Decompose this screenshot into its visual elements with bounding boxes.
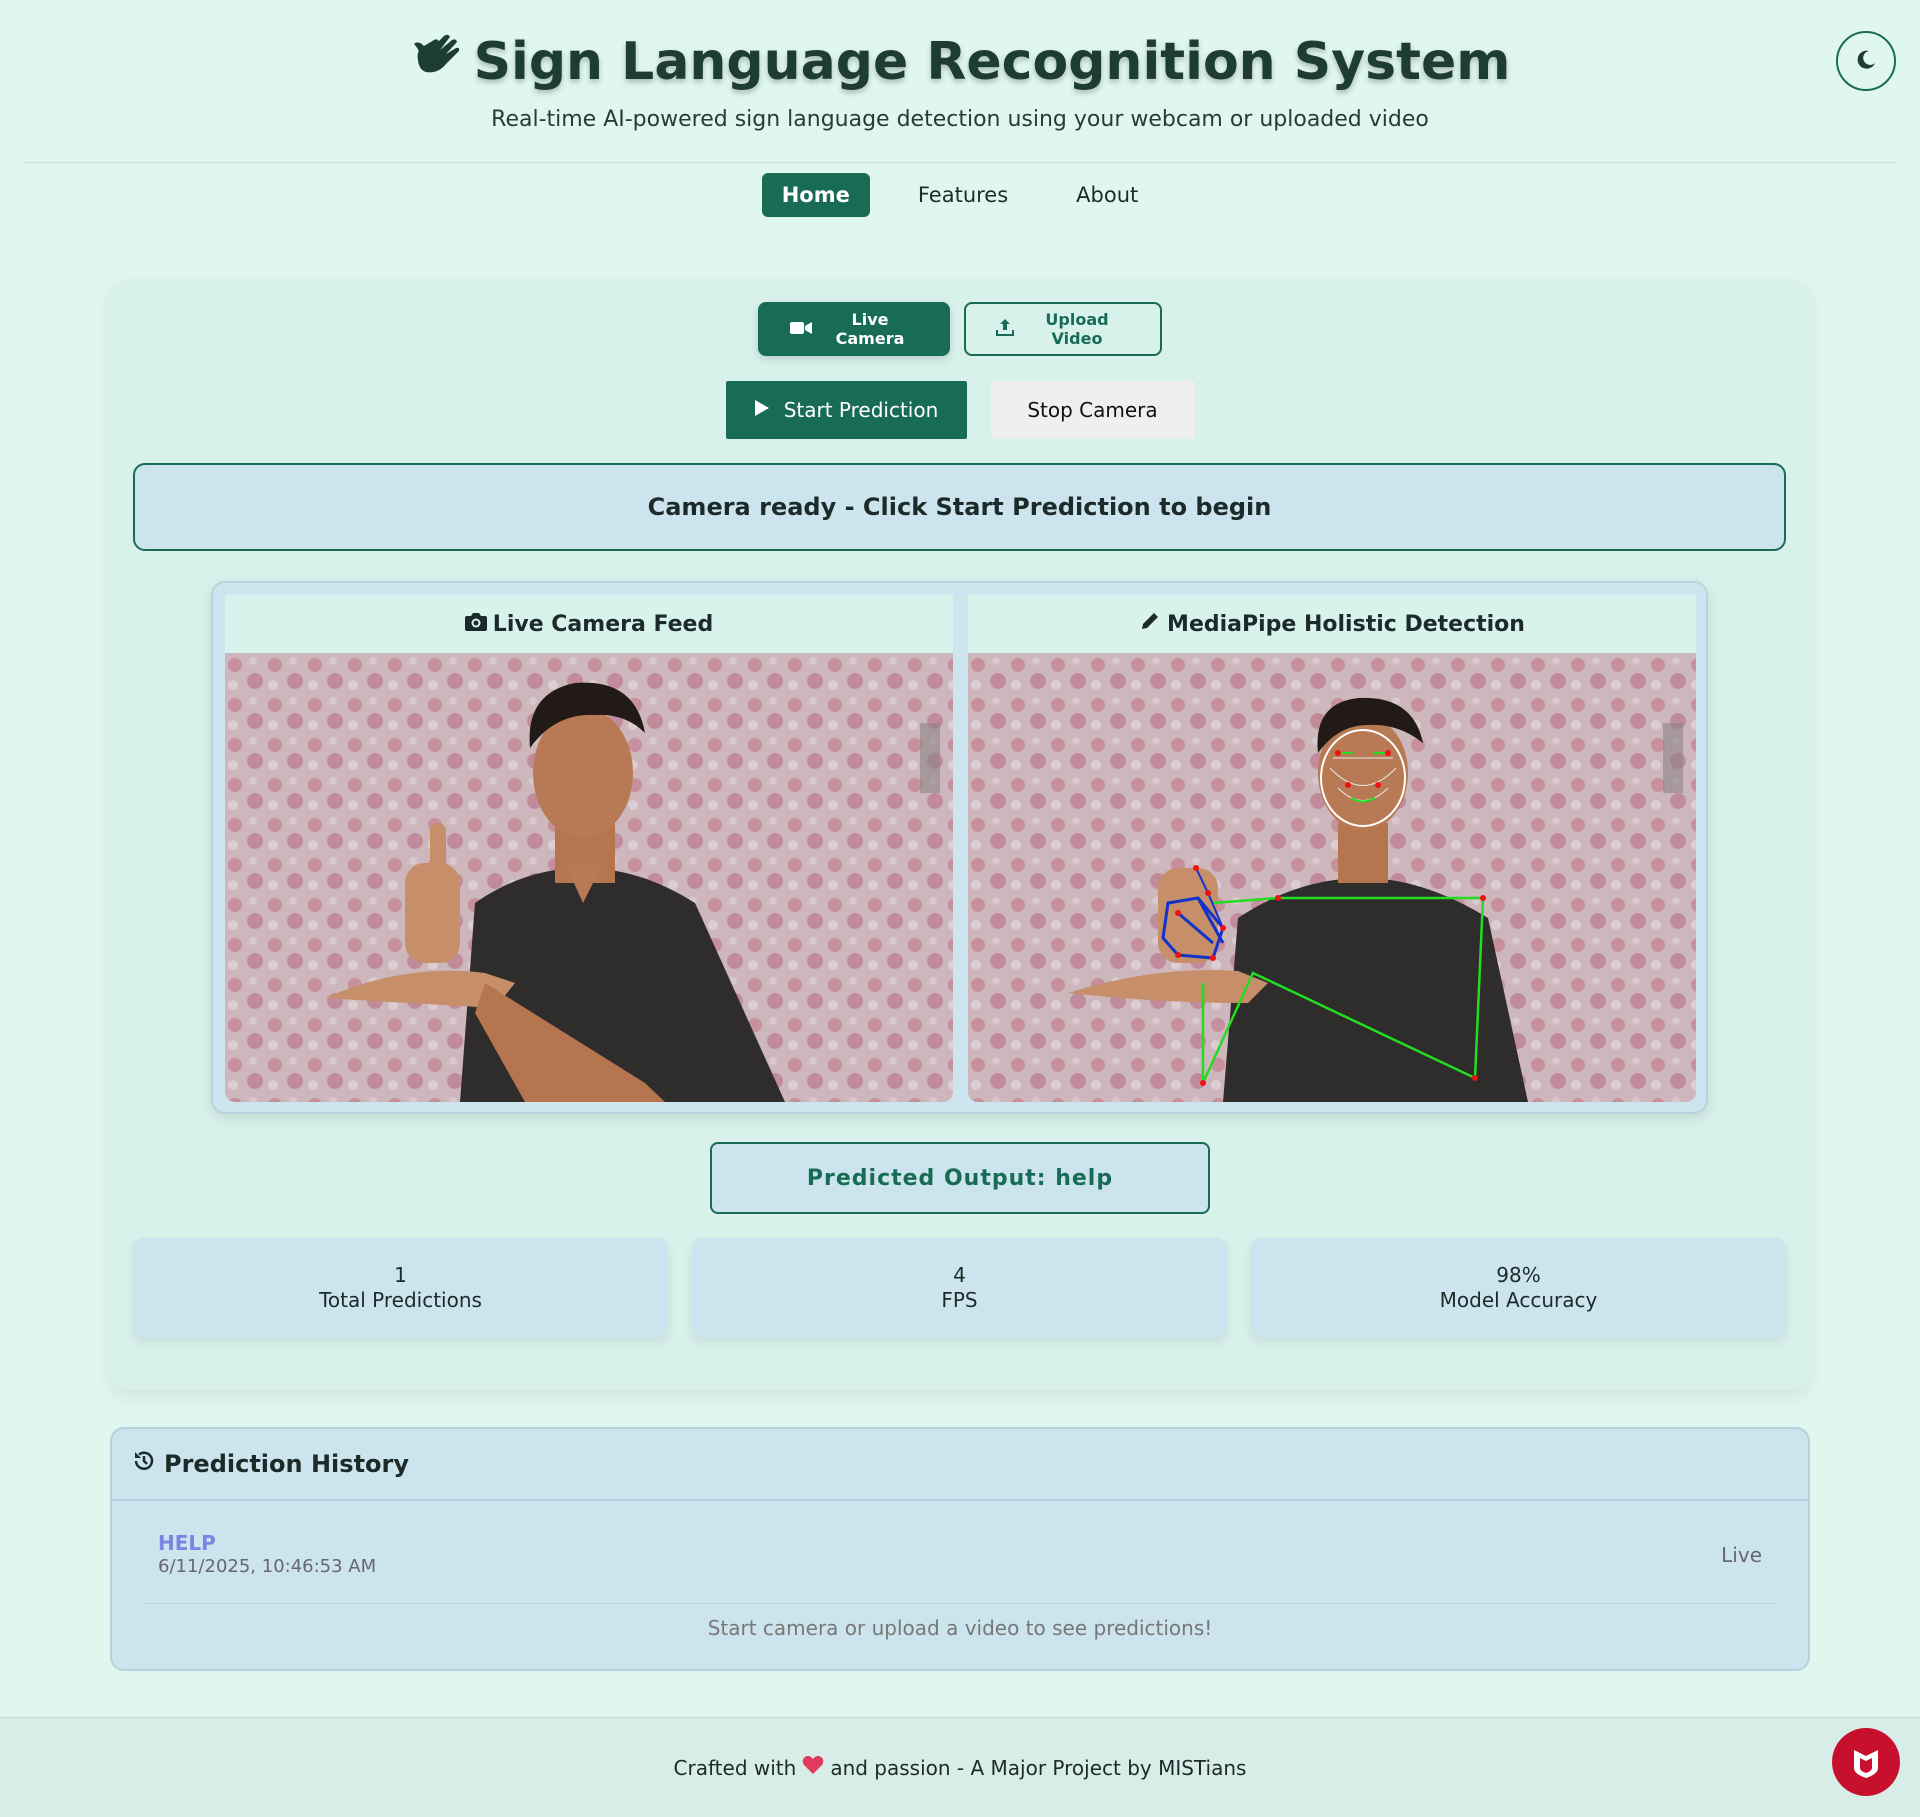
start-prediction-button[interactable]: Start Prediction — [725, 381, 967, 439]
prediction-history: Prediction History HELP 6/11/2025, 10:46… — [110, 1427, 1810, 1671]
theme-toggle-button[interactable] — [1836, 31, 1896, 91]
pencil-icon — [1139, 610, 1161, 638]
predicted-output: Predicted Output: help — [710, 1142, 1210, 1214]
stat-value: 4 — [953, 1263, 966, 1287]
page-title: Sign Language Recognition System — [0, 28, 1920, 95]
mcafee-shield-icon[interactable] — [1832, 1728, 1900, 1796]
live-feed-panel: Live Camera Feed — [225, 595, 953, 1102]
nav-about[interactable]: About — [1056, 173, 1158, 217]
nav-home[interactable]: Home — [761, 173, 870, 217]
video-container: Live Camera Feed MediaPipe Holistic Dete… — [211, 581, 1708, 1114]
stat-value: 98% — [1496, 1263, 1541, 1287]
main-card: Live Camera Upload Video Start Predictio… — [110, 280, 1810, 1390]
hand-sign-icon — [410, 28, 464, 95]
stat-label: FPS — [941, 1288, 978, 1312]
history-timestamp: 6/11/2025, 10:46:53 AM — [158, 1556, 377, 1577]
live-camera-button[interactable]: Live Camera — [758, 302, 950, 356]
history-source: Live — [1721, 1543, 1762, 1567]
holistic-panel: MediaPipe Holistic Detection — [968, 595, 1696, 1102]
history-item[interactable]: HELP 6/11/2025, 10:46:53 AM Live — [144, 1501, 1776, 1604]
holistic-detection-feed — [968, 653, 1696, 1102]
camera-controls: Start Prediction Stop Camera — [110, 381, 1810, 439]
page-subtitle: Real-time AI-powered sign language detec… — [491, 107, 1429, 132]
holistic-header: MediaPipe Holistic Detection — [968, 595, 1696, 653]
page-header: Sign Language Recognition System Real-ti… — [0, 0, 1920, 132]
upload-video-button[interactable]: Upload Video — [964, 302, 1162, 356]
nav-features[interactable]: Features — [898, 173, 1028, 217]
live-camera-label: Live Camera — [835, 310, 905, 348]
video-camera-icon — [790, 320, 812, 339]
footer: Crafted with and passion - A Major Proje… — [0, 1717, 1920, 1817]
mode-selector: Live Camera Upload Video — [110, 302, 1810, 356]
history-icon — [132, 1449, 156, 1479]
history-header: Prediction History — [112, 1429, 1808, 1501]
play-icon — [754, 398, 770, 422]
upload-icon — [996, 318, 1014, 340]
history-title: Prediction History — [164, 1450, 410, 1478]
holistic-title: MediaPipe Holistic Detection — [1167, 611, 1525, 637]
moon-icon — [1854, 48, 1878, 75]
stat-label: Total Predictions — [319, 1288, 482, 1312]
footer-suffix: and passion - A Major Project by MISTian… — [830, 1755, 1247, 1780]
start-prediction-label: Start Prediction — [783, 398, 939, 422]
live-feed-header: Live Camera Feed — [225, 595, 953, 653]
upload-video-label: Upload Video — [1045, 310, 1109, 348]
stat-fps: 4 FPS — [692, 1238, 1227, 1338]
stats-row: 1 Total Predictions 4 FPS 98% Model Accu… — [133, 1238, 1786, 1338]
live-camera-feed — [225, 653, 953, 1102]
stat-model-accuracy: 98% Model Accuracy — [1251, 1238, 1786, 1338]
status-message: Camera ready - Click Start Prediction to… — [133, 463, 1786, 551]
stat-value: 1 — [394, 1263, 407, 1287]
header-divider — [24, 162, 1896, 163]
camera-icon — [464, 611, 487, 637]
live-feed-title: Live Camera Feed — [492, 611, 714, 637]
stop-camera-button[interactable]: Stop Camera — [990, 381, 1195, 439]
heart-icon — [802, 1755, 824, 1780]
history-word: HELP — [158, 1531, 216, 1555]
title-text: Sign Language Recognition System — [473, 31, 1511, 92]
footer-prefix: Crafted with — [673, 1755, 797, 1780]
stat-label: Model Accuracy — [1439, 1288, 1598, 1312]
history-empty-message: Start camera or upload a video to see pr… — [707, 1616, 1213, 1640]
main-nav: Home Features About — [0, 173, 1920, 217]
stat-total-predictions: 1 Total Predictions — [133, 1238, 668, 1338]
